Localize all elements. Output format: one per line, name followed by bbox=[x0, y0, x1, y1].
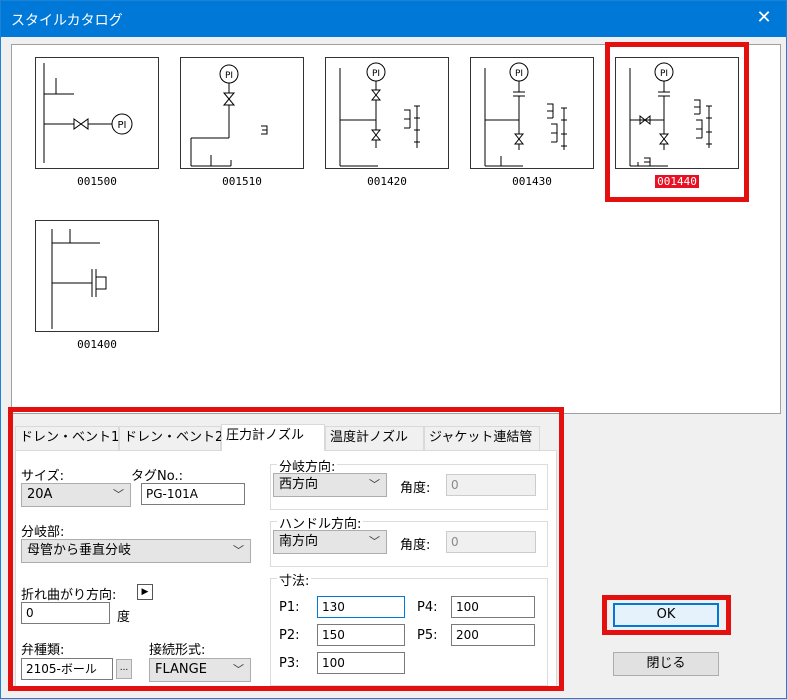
chevron-down-icon: ﹀ bbox=[233, 663, 244, 676]
connection-type-select[interactable]: FLANGE ﹀ bbox=[149, 658, 251, 682]
size-select[interactable]: 20A ﹀ bbox=[21, 483, 131, 507]
catalog-thumbnail bbox=[35, 220, 159, 332]
p1-input[interactable]: 130 bbox=[317, 596, 405, 618]
catalog-item-code: 001440 bbox=[655, 175, 699, 188]
style-catalog-dialog: スタイルカタログ ✕ PI 001500 PI 001510 PI 001420… bbox=[0, 0, 787, 699]
catalog-item[interactable]: PI 001510 bbox=[180, 57, 304, 189]
catalog-item-code: 001420 bbox=[367, 175, 407, 188]
branch-part-label: 分岐部: bbox=[21, 525, 65, 540]
catalog-item[interactable]: PI 001420 bbox=[325, 57, 449, 189]
branch-direction-select[interactable]: 西方向 ﹀ bbox=[273, 473, 387, 497]
tab-drain-vent-1[interactable]: ドレン・ベント1 bbox=[15, 426, 119, 450]
size-select-value: 20A bbox=[27, 487, 53, 502]
close-icon[interactable]: ✕ bbox=[742, 1, 786, 37]
catalog-item-code: 001430 bbox=[512, 175, 552, 188]
play-icon[interactable]: ▶ bbox=[137, 584, 153, 600]
catalog-thumbnail: PI bbox=[325, 57, 449, 169]
pipe-diagram-icon: PI bbox=[43, 63, 133, 163]
p2-input[interactable]: 150 bbox=[317, 624, 405, 646]
valve-browse-button[interactable]: ... bbox=[116, 659, 132, 679]
close-button[interactable]: 閉じる bbox=[613, 652, 719, 676]
branch-direction-group: 分岐方向: 西方向 ﹀ 角度: 0 bbox=[270, 456, 548, 510]
svg-text:PI: PI bbox=[118, 120, 127, 131]
window-title: スタイルカタログ bbox=[11, 13, 123, 29]
size-label: サイズ: bbox=[21, 469, 64, 484]
catalog-item-selected[interactable]: PI 001440 bbox=[615, 57, 739, 189]
style-catalog-list[interactable]: PI 001500 PI 001510 PI 001420 PI 001430 … bbox=[11, 44, 781, 414]
svg-text:PI: PI bbox=[660, 69, 668, 79]
chevron-down-icon: ﹀ bbox=[233, 544, 244, 557]
catalog-item-code: 001500 bbox=[77, 175, 117, 188]
handle-direction-group: ハンドル方向: 南方向 ﹀ 角度: 0 bbox=[270, 513, 548, 567]
tab-drain-vent-2[interactable]: ドレン・ベント2 bbox=[119, 426, 223, 450]
p4-input[interactable]: 100 bbox=[451, 596, 535, 618]
catalog-item-code: 001510 bbox=[222, 175, 262, 188]
pipe-diagram-icon: PI bbox=[484, 62, 567, 167]
handle-direction-value: 南方向 bbox=[279, 534, 319, 549]
dimensions-group: 寸法: P1: 130 P2: 150 P3: 100 P4: 100 P5: … bbox=[270, 570, 548, 686]
p2-label: P2: bbox=[279, 628, 300, 643]
tag-label: タグNo.: bbox=[131, 469, 183, 484]
dimensions-title: 寸法: bbox=[277, 570, 312, 589]
tab-jacket-connection[interactable]: ジャケット連結管 bbox=[424, 426, 540, 450]
catalog-item[interactable]: PI 001430 bbox=[470, 57, 594, 189]
branch-angle-input[interactable]: 0 bbox=[446, 474, 536, 496]
p3-label: P3: bbox=[279, 656, 300, 671]
tab-thermometer-nozzle[interactable]: 温度計ノズル bbox=[325, 426, 424, 450]
handle-angle-input[interactable]: 0 bbox=[446, 531, 536, 553]
branch-part-select-value: 母管から垂直分岐 bbox=[27, 543, 132, 558]
chevron-down-icon: ﹀ bbox=[113, 488, 124, 501]
catalog-thumbnail: PI bbox=[180, 57, 304, 169]
catalog-item[interactable]: PI 001500 bbox=[35, 57, 159, 189]
p3-input[interactable]: 100 bbox=[317, 652, 405, 674]
title-bar: スタイルカタログ ✕ bbox=[1, 1, 786, 37]
chevron-down-icon: ﹀ bbox=[369, 535, 380, 548]
p4-label: P4: bbox=[417, 600, 438, 615]
connection-type-select-value: FLANGE bbox=[155, 662, 207, 677]
handle-direction-select[interactable]: 南方向 ﹀ bbox=[273, 530, 387, 554]
branch-angle-label: 角度: bbox=[400, 481, 431, 496]
svg-text:PI: PI bbox=[372, 69, 380, 79]
catalog-thumbnail: PI bbox=[470, 57, 594, 169]
catalog-thumbnail: PI bbox=[35, 57, 159, 169]
branch-part-select[interactable]: 母管から垂直分岐 ﹀ bbox=[21, 539, 251, 563]
tag-input[interactable]: PG-101A bbox=[141, 483, 245, 505]
bend-unit-label: 度 bbox=[117, 610, 131, 625]
handle-angle-label: 角度: bbox=[400, 538, 431, 553]
pipe-diagram-icon: PI bbox=[339, 62, 420, 167]
valve-type-label: 弁種類: bbox=[21, 643, 65, 658]
p5-label: P5: bbox=[417, 628, 438, 643]
bend-direction-label: 折れ曲がり方向: bbox=[21, 588, 117, 603]
ok-button[interactable]: OK bbox=[613, 603, 719, 627]
pressure-gauge-nozzle-panel: サイズ: 20A ﹀ タグNo.: PG-101A 分岐部: 母管から垂直分岐 … bbox=[15, 450, 557, 690]
chevron-down-icon: ﹀ bbox=[369, 478, 380, 491]
svg-text:PI: PI bbox=[225, 71, 233, 81]
p1-label: P1: bbox=[279, 600, 300, 615]
svg-text:PI: PI bbox=[515, 69, 523, 79]
branch-direction-value: 西方向 bbox=[279, 477, 319, 492]
catalog-item[interactable]: 001400 bbox=[35, 220, 159, 352]
p5-input[interactable]: 200 bbox=[451, 624, 535, 646]
catalog-item-code: 001400 bbox=[77, 338, 117, 351]
bend-angle-input[interactable]: 0 bbox=[21, 602, 110, 624]
pipe-diagram-icon bbox=[51, 229, 107, 329]
catalog-thumbnail: PI bbox=[615, 57, 739, 169]
connection-type-label: 接続形式: bbox=[149, 643, 206, 658]
pipe-diagram-icon: PI bbox=[190, 64, 268, 167]
valve-type-input[interactable]: 2105-ボール bbox=[21, 658, 113, 680]
pipe-diagram-icon: PI bbox=[629, 62, 712, 167]
tab-pressure-gauge-nozzle[interactable]: 圧力計ノズル bbox=[221, 424, 325, 451]
